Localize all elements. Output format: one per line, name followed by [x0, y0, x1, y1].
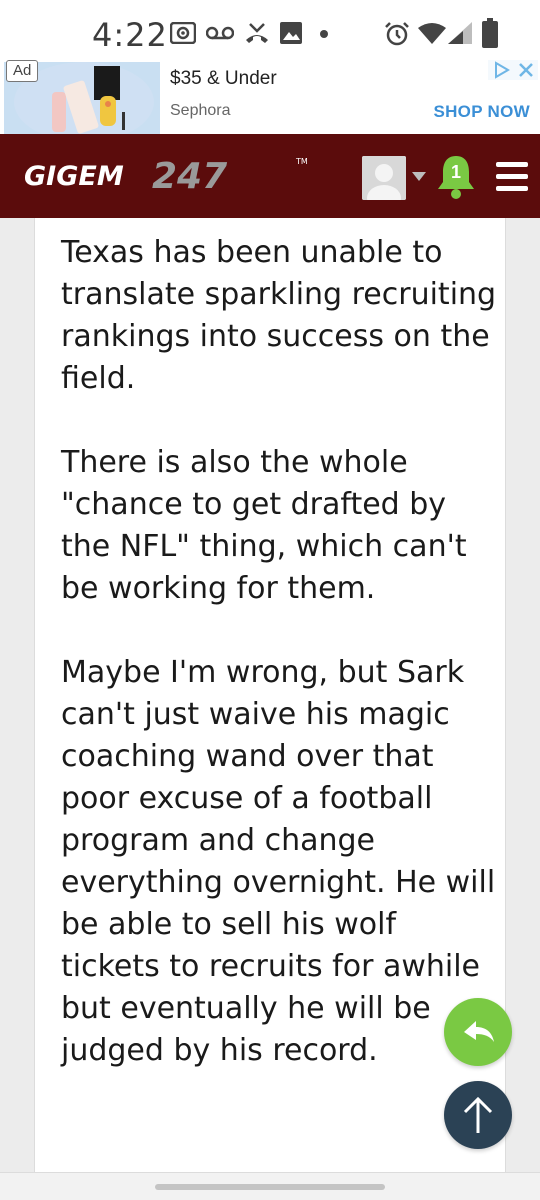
- scroll-to-top-button[interactable]: [444, 1081, 512, 1149]
- post-body: Texas has been unable to translate spark…: [61, 232, 501, 1114]
- post-paragraph: Texas has been unable to translate spark…: [61, 235, 497, 396]
- system-navigation-bar: [0, 1172, 540, 1200]
- ad-choices-icon[interactable]: [488, 60, 538, 80]
- logo-trademark: TM: [295, 157, 308, 166]
- dot-icon: [320, 30, 328, 38]
- home-gesture-handle[interactable]: [155, 1184, 385, 1190]
- logo-text: GIGEM: [24, 161, 124, 192]
- ad-banner[interactable]: Ad $35 & Under Sephora SHOP NOW: [0, 58, 540, 134]
- logo-number: 247: [152, 156, 227, 196]
- wifi-icon: [418, 23, 446, 44]
- alarm-icon: [385, 22, 409, 46]
- post-paragraph: There is also the whole "chance to get d…: [61, 445, 467, 606]
- notifications-bell-icon[interactable]: 1: [436, 154, 476, 200]
- ad-label: Ad: [6, 60, 39, 82]
- reply-button[interactable]: [444, 998, 512, 1066]
- status-time: 4:22: [92, 16, 168, 54]
- post-card: Texas has been unable to translate spark…: [34, 218, 506, 1176]
- reply-icon: [464, 1021, 494, 1042]
- shop-now-button[interactable]: SHOP NOW: [433, 102, 530, 122]
- site-header: GIGEM 247 TM 1: [0, 134, 540, 218]
- ad-advertiser: Sephora: [170, 102, 231, 119]
- gigem247-logo[interactable]: GIGEM 247 TM: [24, 152, 314, 196]
- arrow-up-icon: [463, 1096, 493, 1133]
- battery-icon: [482, 18, 498, 48]
- missed-call-icon: [246, 23, 268, 43]
- ad-title[interactable]: $35 & Under: [170, 68, 277, 90]
- post-paragraph: Maybe I'm wrong, but Sark can't just wai…: [61, 655, 496, 1068]
- voicemail-icon: [206, 26, 234, 40]
- hamburger-menu-icon[interactable]: [496, 162, 528, 192]
- signal-icon: [448, 22, 472, 44]
- avatar-dropdown-icon[interactable]: [412, 172, 426, 181]
- status-bar: 4:22: [0, 0, 540, 62]
- notification-count: 1: [450, 162, 461, 182]
- radio-icon: [170, 22, 196, 44]
- avatar[interactable]: [362, 156, 406, 200]
- image-icon: [280, 22, 302, 44]
